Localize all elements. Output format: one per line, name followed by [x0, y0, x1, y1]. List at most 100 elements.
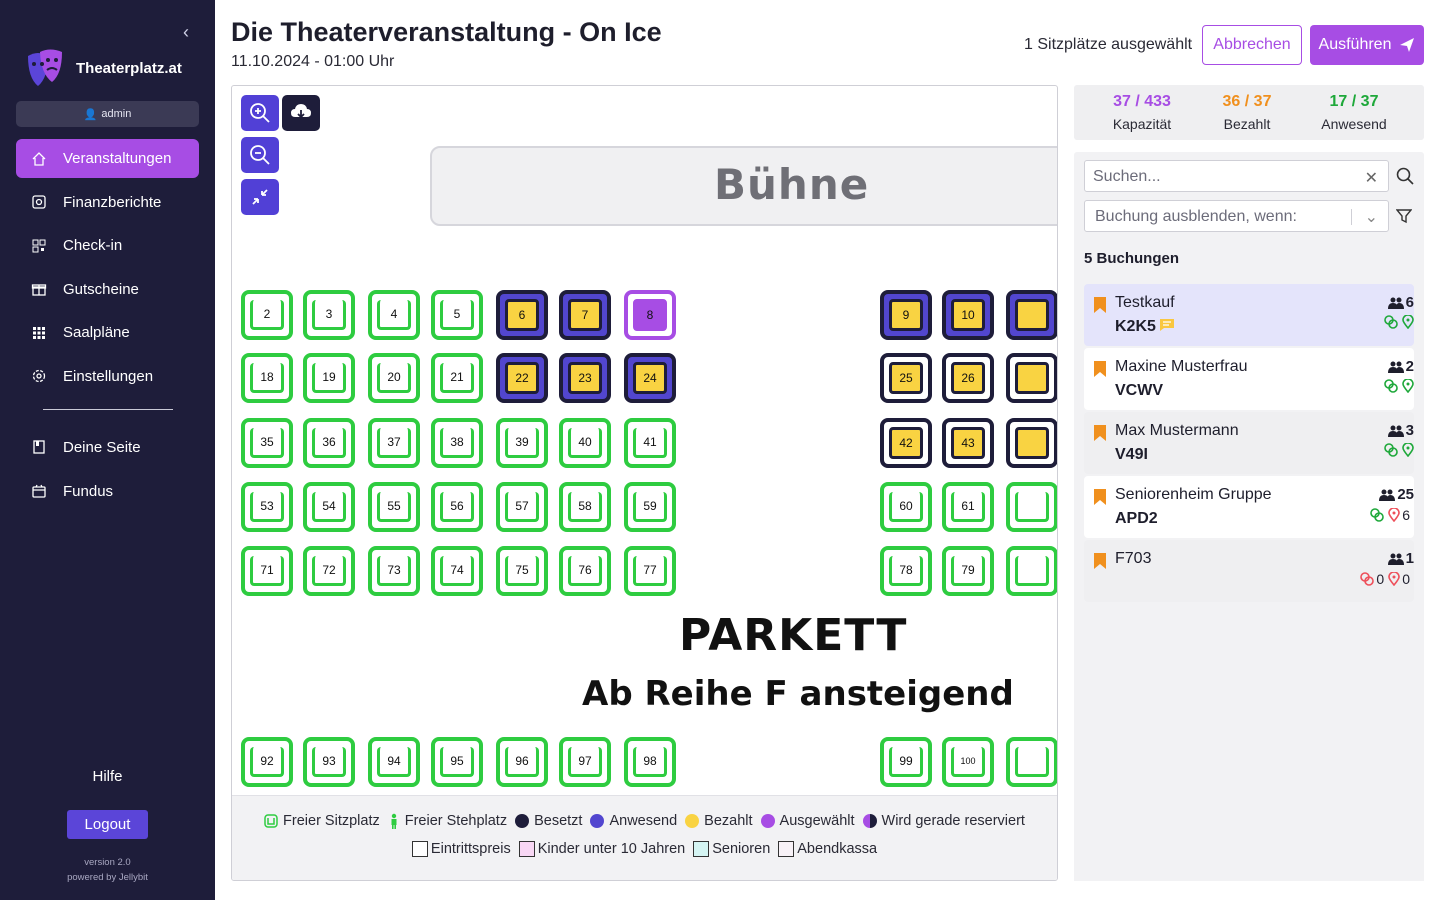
booking-item[interactable]: F703 1 0 0	[1084, 540, 1414, 602]
seat[interactable]: 60	[880, 482, 932, 532]
nav-item-finanzberichte[interactable]: Finanzberichte	[16, 183, 199, 222]
seat[interactable]	[1006, 482, 1057, 532]
legend-free-seat: Freier Sitzplatz	[264, 813, 380, 829]
seat[interactable]: 55	[368, 482, 420, 532]
seat[interactable]: 2	[241, 290, 293, 340]
seat[interactable]: 19	[303, 353, 355, 403]
chevron-down-icon[interactable]: ⌄	[1365, 207, 1378, 227]
logout-button[interactable]: Logout	[67, 810, 148, 839]
clear-search-icon[interactable]: ✕	[1365, 168, 1378, 188]
seat[interactable]: 38	[431, 418, 483, 468]
seat[interactable]: 53	[241, 482, 293, 532]
seat[interactable]: 3	[303, 290, 355, 340]
search-icon[interactable]	[1396, 167, 1414, 185]
nav-item-gutscheine[interactable]: Gutscheine	[16, 270, 199, 309]
seat[interactable]: 18	[241, 353, 293, 403]
seat[interactable]: 94	[368, 737, 420, 787]
seat[interactable]: 98	[624, 737, 676, 787]
seat[interactable]: 25	[880, 353, 932, 403]
nav-item-einstellungen[interactable]: Einstellungen	[16, 357, 199, 396]
seat[interactable]: 7	[559, 290, 611, 340]
people-icon	[1379, 489, 1396, 501]
seat[interactable]: 59	[624, 482, 676, 532]
legend-label: Kinder unter 10 Jahren	[537, 841, 686, 857]
seat[interactable]: 4	[368, 290, 420, 340]
seat[interactable]: 73	[368, 546, 420, 596]
people-icon	[1387, 425, 1404, 437]
seat-number: 35	[250, 428, 284, 458]
seat[interactable]: 40	[559, 418, 611, 468]
seat[interactable]: 56	[431, 482, 483, 532]
booking-item[interactable]: Testkauf K2K5 6	[1084, 284, 1414, 346]
zoom-out-button[interactable]	[241, 137, 279, 173]
seat[interactable]: 26	[942, 353, 994, 403]
seat[interactable]: 74	[431, 546, 483, 596]
booking-item[interactable]: Max Mustermann V49I 3	[1084, 412, 1414, 474]
seat[interactable]: 39	[496, 418, 548, 468]
seat[interactable]: 5	[431, 290, 483, 340]
seat[interactable]: 95	[431, 737, 483, 787]
download-button[interactable]	[282, 95, 320, 131]
seat[interactable]: 97	[559, 737, 611, 787]
seat[interactable]: 96	[496, 737, 548, 787]
seat[interactable]: 92	[241, 737, 293, 787]
section-sublabel: Ab Reihe F ansteigend	[582, 674, 1014, 714]
version-label: version 2.0	[84, 857, 131, 868]
seat[interactable]: 57	[496, 482, 548, 532]
collapse-sidebar-icon[interactable]: ‹	[183, 22, 189, 43]
seat[interactable]	[1006, 546, 1057, 596]
seat[interactable]: 8	[624, 290, 676, 340]
seat[interactable]: 100	[942, 737, 994, 787]
filter-icon[interactable]	[1396, 208, 1412, 224]
seat[interactable]: 23	[559, 353, 611, 403]
seat[interactable]: 71	[241, 546, 293, 596]
run-button[interactable]: Ausführen	[1310, 25, 1424, 65]
seat[interactable]: 54	[303, 482, 355, 532]
seat[interactable]: 58	[559, 482, 611, 532]
seat[interactable]: 99	[880, 737, 932, 787]
nav-item-deine-seite[interactable]: Deine Seite	[16, 428, 199, 467]
seat[interactable]: 42	[880, 418, 932, 468]
hide-booking-select[interactable]: Buchung ausblenden, wenn: ⌄	[1084, 200, 1389, 232]
seat[interactable]: 78	[880, 546, 932, 596]
seat[interactable]: 6	[496, 290, 548, 340]
seat[interactable]	[1006, 353, 1057, 403]
fit-view-button[interactable]	[241, 179, 279, 215]
seat[interactable]: 77	[624, 546, 676, 596]
nav-item-fundus[interactable]: Fundus	[16, 472, 199, 511]
nav-item-veranstaltungen[interactable]: Veranstaltungen	[16, 139, 199, 178]
seat-number: 97	[568, 747, 602, 777]
seat[interactable]: 9	[880, 290, 932, 340]
seat[interactable]: 37	[368, 418, 420, 468]
booking-item[interactable]: Seniorenheim Gruppe APD2 25 6	[1084, 476, 1414, 538]
seat[interactable]: 41	[624, 418, 676, 468]
seat[interactable]: 20	[368, 353, 420, 403]
seat[interactable]: 43	[942, 418, 994, 468]
seat[interactable]	[1006, 737, 1057, 787]
seat[interactable]: 24	[624, 353, 676, 403]
present-count: 6	[1402, 507, 1410, 523]
seat[interactable]: 10	[942, 290, 994, 340]
booking-item[interactable]: Maxine Musterfrau VCWV 2	[1084, 348, 1414, 410]
seat[interactable]: 79	[942, 546, 994, 596]
comment-icon[interactable]	[1159, 318, 1175, 332]
zoom-in-button[interactable]	[241, 95, 279, 131]
user-badge[interactable]: 👤 admin	[16, 101, 199, 127]
nav-item-check-in[interactable]: Check-in	[16, 226, 199, 265]
seat[interactable]: 22	[496, 353, 548, 403]
seat[interactable]: 75	[496, 546, 548, 596]
seat[interactable]: 93	[303, 737, 355, 787]
brand[interactable]: Theaterplatz.at	[26, 48, 182, 88]
seat[interactable]: 61	[942, 482, 994, 532]
seat[interactable]: 72	[303, 546, 355, 596]
nav-item-saalplaene[interactable]: Saalpläne	[16, 313, 199, 352]
seat[interactable]	[1006, 418, 1057, 468]
seat[interactable]: 35	[241, 418, 293, 468]
seat[interactable]: 76	[559, 546, 611, 596]
help-link[interactable]: Hilfe	[0, 768, 215, 785]
seat[interactable]	[1006, 290, 1057, 340]
seat[interactable]: 36	[303, 418, 355, 468]
cancel-button[interactable]: Abbrechen	[1202, 25, 1302, 65]
seat[interactable]: 21	[431, 353, 483, 403]
search-input[interactable]: Suchen... ✕	[1084, 160, 1389, 192]
